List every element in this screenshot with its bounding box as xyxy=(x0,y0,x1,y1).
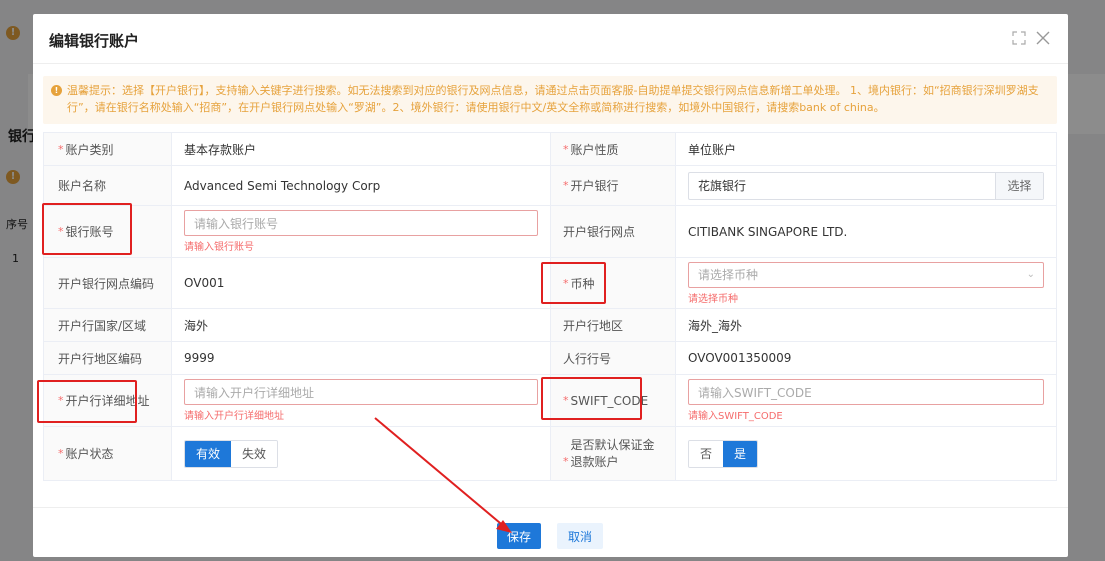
swift-field: 请输入SWIFT_CODE 请输入SWIFT_CODE xyxy=(676,375,1056,426)
form-row: * 银行账号 请输入银行账号 请输入银行账号 开户银行网点 CITIBANK SI… xyxy=(44,206,1056,258)
bank-account-error: 请输入银行账号 xyxy=(184,242,254,253)
currency-field: 请选择币种 ⌄ 请选择币种 xyxy=(676,258,1056,308)
form-row: * 开户行详细地址 请输入开户行详细地址 请输入开户行详细地址 * SWIFT_CO… xyxy=(44,375,1056,427)
address-field: 请输入开户行详细地址 请输入开户行详细地址 xyxy=(172,375,551,426)
account-nature-value: 单位账户 xyxy=(688,142,737,157)
chevron-down-icon: ⌄ xyxy=(1026,269,1035,280)
status-valid-button[interactable]: 有效 xyxy=(185,440,232,467)
swift-label: * SWIFT_CODE xyxy=(551,375,676,426)
status-field: 有效 失效 xyxy=(172,427,551,480)
dialog-header: 编辑银行账户 xyxy=(33,14,1068,64)
region-code-value: 9999 xyxy=(172,342,551,374)
region-label: 开户行地区 xyxy=(551,309,676,341)
status-invalid-button[interactable]: 失效 xyxy=(231,440,278,467)
status-label: * 账户状态 xyxy=(44,427,172,480)
swift-input[interactable]: 请输入SWIFT_CODE xyxy=(688,379,1044,405)
open-bank-select-button[interactable]: 选择 xyxy=(995,172,1043,199)
branch-value: CITIBANK SINGAPORE LTD. xyxy=(688,224,848,239)
country-label: 开户行国家/区域 xyxy=(44,309,172,341)
swift-error: 请输入SWIFT_CODE xyxy=(688,411,783,422)
country-value: 海外 xyxy=(172,309,551,341)
save-button[interactable]: 保存 xyxy=(497,523,541,549)
account-name-value: Advanced Semi Technology Corp xyxy=(172,166,551,205)
currency-placeholder: 请选择币种 xyxy=(698,268,759,282)
fullscreen-icon[interactable] xyxy=(1010,29,1028,47)
tip-banner: ! 温馨提示：选择【开户银行】，支持输入关键字进行搜索。如无法搜索到对应的银行及… xyxy=(43,76,1057,124)
default-no-button[interactable]: 否 xyxy=(689,440,724,467)
open-bank-input[interactable]: 花旗银行 选择 xyxy=(688,171,1044,200)
dialog-footer: 保存 取消 xyxy=(33,507,1068,557)
form-row: 开户银行网点编码 OV001 * 币种 请选择币种 ⌄ 请选择币种 xyxy=(44,258,1056,309)
open-bank-label: * 开户银行 xyxy=(551,166,676,205)
account-name-label: 账户名称 xyxy=(44,166,172,205)
form-row: * 账户状态 有效 失效 * 是否默认保证金退款账户 否 是 xyxy=(44,427,1056,480)
form-row: 账户名称 Advanced Semi Technology Corp * 开户银行… xyxy=(44,166,1056,206)
account-type-value: 基本存款账户 xyxy=(172,133,551,165)
address-error: 请输入开户行详细地址 xyxy=(184,411,284,422)
branch-code-value: OV001 xyxy=(172,258,551,308)
bank-account-input[interactable]: 请输入银行账号 xyxy=(184,210,538,236)
account-form: * 账户类别 基本存款账户 * 账户性质 单位账户 账户名称 Advanced Se… xyxy=(43,132,1057,481)
address-input[interactable]: 请输入开户行详细地址 xyxy=(184,379,538,405)
warning-icon: ! xyxy=(51,85,62,96)
edit-bank-account-dialog: 编辑银行账户 ! 温馨提示：选择【开户银行】，支持输入关键字进行搜索。如无法搜索… xyxy=(33,14,1068,557)
open-bank-field: 花旗银行 选择 xyxy=(676,166,1056,205)
tip-text: 温馨提示：选择【开户银行】，支持输入关键字进行搜索。如无法搜索到对应的银行及网点… xyxy=(67,84,1039,114)
form-row: 开户行地区编码 9999 人行行号 OVOV001350009 xyxy=(44,342,1056,375)
account-nature-label: * 账户性质 xyxy=(551,133,676,165)
close-icon[interactable] xyxy=(1034,29,1052,47)
open-bank-value: 花旗银行 xyxy=(698,179,747,193)
branch-code-label: 开户银行网点编码 xyxy=(44,258,172,308)
status-toggle: 有效 失效 xyxy=(184,439,279,468)
branch-label: 开户银行网点 xyxy=(551,206,676,257)
default-refund-field: 否 是 xyxy=(676,427,1056,480)
dialog-title: 编辑银行账户 xyxy=(49,32,140,50)
bank-account-label: * 银行账号 xyxy=(44,206,172,257)
region-value: 海外_海外 xyxy=(688,318,743,333)
form-row: * 账户类别 基本存款账户 * 账户性质 单位账户 xyxy=(44,133,1056,166)
currency-select[interactable]: 请选择币种 ⌄ xyxy=(688,261,1044,288)
pboc-value: OVOV001350009 xyxy=(688,351,792,365)
currency-error: 请选择币种 xyxy=(688,293,738,305)
address-label: * 开户行详细地址 xyxy=(44,375,172,426)
pboc-label: 人行行号 xyxy=(551,342,676,374)
region-code-label: 开户行地区编码 xyxy=(44,342,172,374)
bank-account-field: 请输入银行账号 请输入银行账号 xyxy=(172,206,551,257)
default-yes-button[interactable]: 是 xyxy=(723,440,758,467)
default-refund-label: * 是否默认保证金退款账户 xyxy=(551,427,676,480)
default-refund-toggle: 否 是 xyxy=(688,439,759,468)
account-type-label: * 账户类别 xyxy=(44,133,172,165)
currency-label: * 币种 xyxy=(551,258,676,308)
form-row: 开户行国家/区域 海外 开户行地区 海外_海外 xyxy=(44,309,1056,342)
cancel-button[interactable]: 取消 xyxy=(557,523,603,549)
